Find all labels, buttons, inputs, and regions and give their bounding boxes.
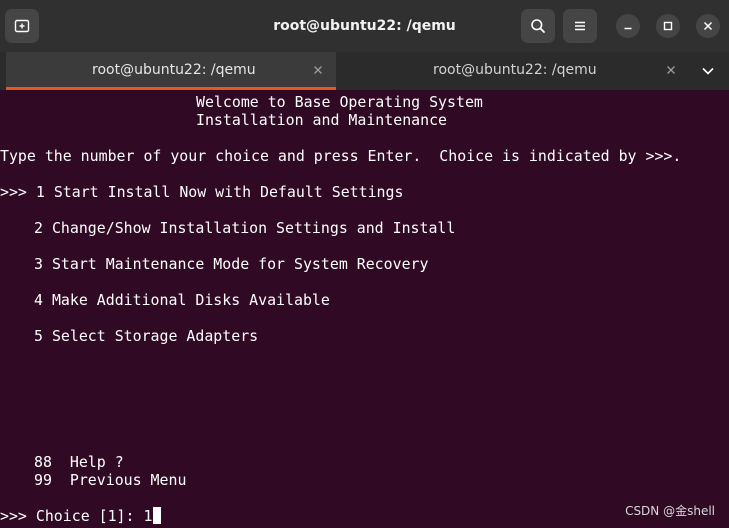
maximize-button[interactable] bbox=[656, 14, 680, 38]
watermark: CSDN @金shell bbox=[625, 504, 715, 518]
search-icon bbox=[531, 19, 545, 33]
menu-line: 4 Make Additional Disks Available bbox=[34, 291, 330, 309]
menu-number: 4 bbox=[34, 291, 43, 309]
tab-bar: root@ubuntu22: /qemu root@ubuntu22: /qem… bbox=[0, 52, 729, 90]
maximize-icon bbox=[663, 21, 673, 31]
chevron-down-icon bbox=[702, 67, 714, 75]
menu-label: Start Maintenance Mode for System Recove… bbox=[51, 255, 429, 273]
terminal-view[interactable]: Welcome to Base Operating System Install… bbox=[0, 90, 729, 528]
menu-label: Change/Show Installation Settings and In… bbox=[51, 219, 456, 237]
prompt-marker: >>> bbox=[0, 507, 27, 525]
menu-line: 5 Select Storage Adapters bbox=[34, 327, 258, 345]
menu-label: Start Install Now with Default Settings bbox=[53, 183, 404, 201]
new-tab-button[interactable] bbox=[5, 9, 39, 43]
minimize-icon bbox=[624, 27, 632, 30]
tab-close-button[interactable] bbox=[664, 63, 678, 77]
tab-1[interactable]: root@ubuntu22: /qemu bbox=[6, 52, 336, 90]
welcome-line: Welcome to Base Operating System bbox=[196, 93, 483, 111]
menu-label: Select Storage Adapters bbox=[51, 327, 259, 345]
menu-line: 2 Change/Show Installation Settings and … bbox=[34, 219, 455, 237]
menu-line: 88 Help ? bbox=[34, 453, 124, 471]
prompt-label: Choice [1]: bbox=[35, 507, 135, 525]
tabs-dropdown-button[interactable] bbox=[698, 63, 718, 79]
menu-label: Previous Menu bbox=[69, 471, 187, 489]
prompt-input[interactable]: 1 bbox=[143, 507, 152, 525]
menu-number: 2 bbox=[34, 219, 43, 237]
menu-number: 3 bbox=[34, 255, 43, 273]
welcome-line: Installation and Maintenance bbox=[196, 111, 448, 129]
text-cursor bbox=[153, 507, 162, 524]
minimize-button[interactable] bbox=[616, 14, 640, 38]
tab-2[interactable]: root@ubuntu22: /qemu bbox=[336, 52, 688, 90]
search-button[interactable] bbox=[521, 9, 555, 43]
headerbar: root@ubuntu22: /qemu bbox=[0, 0, 729, 52]
tab-label: root@ubuntu22: /qemu bbox=[433, 62, 597, 78]
instruction-line: Type the number of your choice and press… bbox=[0, 147, 682, 165]
menu-label: Make Additional Disks Available bbox=[51, 291, 330, 309]
menu-line: 99 Previous Menu bbox=[34, 471, 186, 489]
close-icon bbox=[667, 66, 675, 74]
menu-number: 5 bbox=[34, 327, 43, 345]
menu-number: 99 bbox=[34, 471, 52, 489]
menu-line: 3 Start Maintenance Mode for System Reco… bbox=[34, 255, 428, 273]
hamburger-menu-icon bbox=[575, 21, 585, 31]
main-menu-button[interactable] bbox=[563, 9, 597, 43]
terminal-window: root@ubuntu22: /qemu root@ubuntu22: /qem… bbox=[0, 0, 729, 528]
menu-number: 88 bbox=[34, 453, 52, 471]
new-tab-icon bbox=[14, 19, 30, 33]
menu-line: >>> 1 Start Install Now with Default Set… bbox=[0, 183, 403, 201]
close-button[interactable] bbox=[696, 14, 720, 38]
menu-number: 1 bbox=[35, 183, 45, 201]
menu-label: Help ? bbox=[69, 453, 124, 471]
default-marker: >>> bbox=[0, 183, 27, 201]
close-icon bbox=[314, 66, 322, 74]
tab-label: root@ubuntu22: /qemu bbox=[92, 62, 256, 78]
close-icon bbox=[703, 21, 713, 31]
prompt-line[interactable]: >>> Choice [1]: 1 bbox=[0, 507, 162, 525]
tab-close-button[interactable] bbox=[311, 63, 325, 77]
